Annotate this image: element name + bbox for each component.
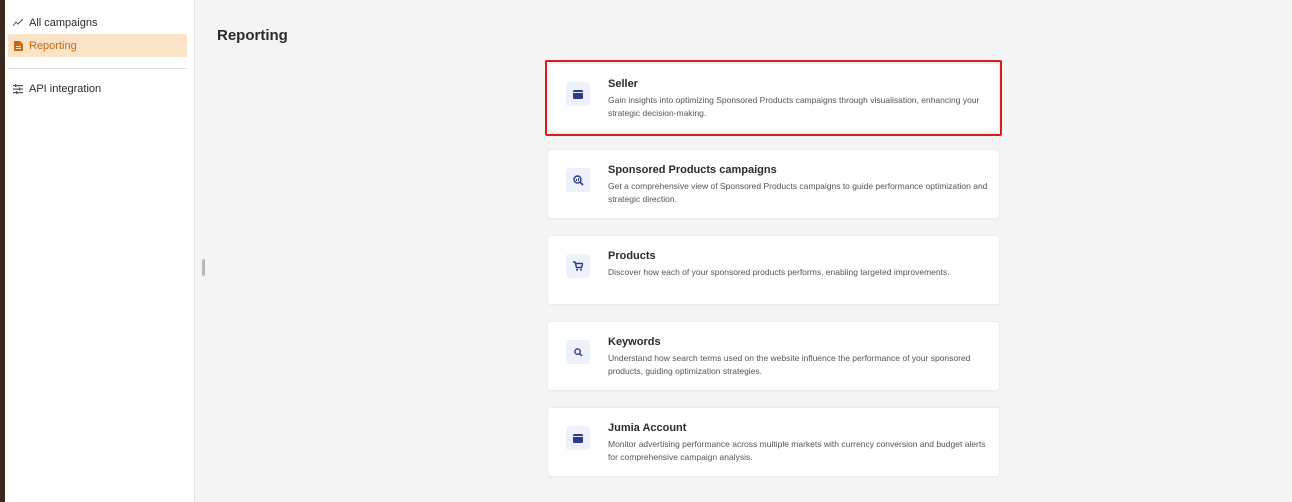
- sidebar-item-reporting[interactable]: Reporting: [8, 34, 187, 57]
- search-icon: [566, 340, 590, 364]
- sidebar: All campaigns Reporting API integration: [5, 0, 195, 502]
- cart-icon: [566, 254, 590, 278]
- trend-line-icon: [13, 18, 23, 28]
- page-title: Reporting: [217, 27, 288, 44]
- card-description: Monitor advertising performance across m…: [608, 439, 986, 462]
- report-card-keywords[interactable]: Keywords Understand how search terms use…: [548, 322, 999, 390]
- card-title: Seller: [608, 78, 638, 90]
- list-settings-icon: [13, 83, 23, 94]
- report-card-sponsored-products[interactable]: Sponsored Products campaigns Get a compr…: [548, 150, 999, 218]
- card-description: Gain insights into optimizing Sponsored …: [608, 95, 980, 118]
- card-description: Get a comprehensive view of Sponsored Pr…: [608, 181, 988, 204]
- card-description: Understand how search terms used on the …: [608, 353, 971, 376]
- store-icon: [566, 426, 590, 450]
- magnifier-chart-icon: [566, 168, 590, 192]
- sidebar-item-all-campaigns[interactable]: All campaigns: [8, 11, 187, 34]
- sidebar-item-label: API integration: [29, 82, 102, 95]
- report-card-products[interactable]: Products Discover how each of your spons…: [548, 236, 999, 304]
- sidebar-item-api-integration[interactable]: API integration: [8, 77, 187, 100]
- sidebar-resize-handle[interactable]: [202, 259, 205, 276]
- report-card-seller[interactable]: Seller Gain insights into optimizing Spo…: [548, 64, 999, 132]
- card-title: Keywords: [608, 336, 661, 348]
- store-icon: [566, 82, 590, 106]
- card-title: Products: [608, 250, 656, 262]
- card-description: Discover how each of your sponsored prod…: [608, 267, 950, 277]
- card-title: Sponsored Products campaigns: [608, 164, 777, 176]
- sidebar-divider: [8, 68, 187, 69]
- report-card-jumia-account[interactable]: Jumia Account Monitor advertising perfor…: [548, 408, 999, 476]
- card-title: Jumia Account: [608, 422, 687, 434]
- sidebar-item-label: Reporting: [29, 39, 77, 52]
- sidebar-item-label: All campaigns: [29, 16, 98, 29]
- document-icon: [13, 40, 23, 51]
